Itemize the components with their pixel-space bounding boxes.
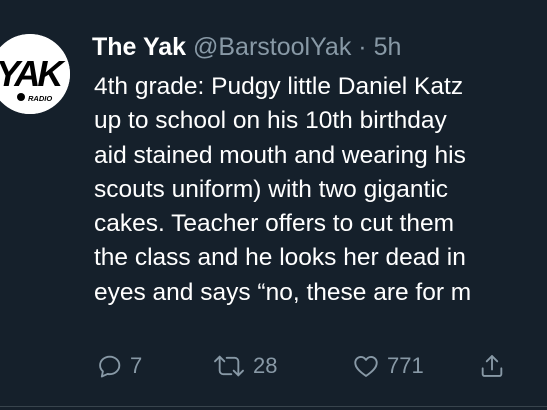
share-icon xyxy=(481,355,503,377)
like-icon xyxy=(354,355,378,377)
timestamp[interactable]: 5h xyxy=(374,33,402,61)
tweet-text-line: cakes. Teacher offers to cut them xyxy=(94,210,454,238)
reply-icon xyxy=(99,355,121,378)
separator: · xyxy=(358,33,367,61)
yak-radio-logo: YAK RADIO xyxy=(0,34,70,114)
tweet-text-line: the class and he looks her dead in xyxy=(94,244,466,272)
tweet-header: The Yak @BarstoolYak · 5h xyxy=(92,30,401,64)
share-button[interactable] xyxy=(478,346,506,386)
tweet-text: 4th grade: Pudgy little Daniel Katz up t… xyxy=(94,70,547,310)
like-button[interactable]: 771 xyxy=(351,346,424,386)
like-count: 771 xyxy=(387,353,424,378)
tweet-actions: 7 28 771 xyxy=(96,346,546,386)
tweet-text-line: up to school on his 10th birthday xyxy=(94,107,447,135)
reply-button[interactable]: 7 xyxy=(96,346,142,386)
tweet-text-line: aid stained mouth and wearing his xyxy=(94,141,466,169)
tweet-text-line: eyes and says “no, these are for m xyxy=(94,278,472,306)
handle[interactable]: @BarstoolYak xyxy=(193,33,351,61)
tweet-text-line: scouts uniform) with two gigantic xyxy=(94,175,449,203)
display-name[interactable]: The Yak xyxy=(92,33,186,61)
reply-count: 7 xyxy=(130,353,143,378)
retweet-button[interactable]: 28 xyxy=(211,346,277,386)
retweet-count: 28 xyxy=(253,353,278,378)
tweet-text-line: 4th grade: Pudgy little Daniel Katz xyxy=(94,73,464,100)
logo-mark-icon xyxy=(17,93,25,101)
logo-subtext: RADIO xyxy=(28,94,52,103)
divider xyxy=(0,406,547,407)
avatar[interactable]: YAK RADIO xyxy=(0,34,70,114)
logo-text: YAK xyxy=(0,53,66,94)
retweet-icon xyxy=(214,355,244,377)
tweet-card[interactable]: YAK RADIO The Yak @BarstoolYak · 5h 4th … xyxy=(0,0,547,410)
